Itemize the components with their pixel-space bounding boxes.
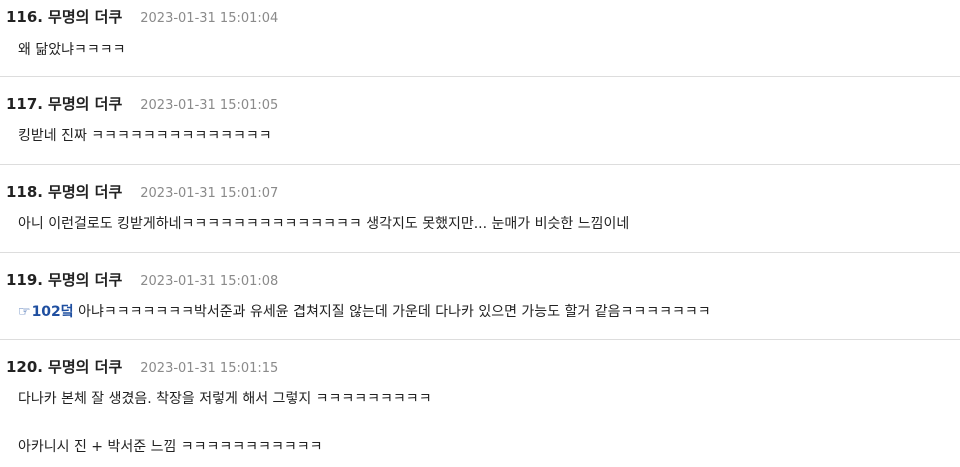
- comment-author: 무명의 더쿠: [48, 358, 123, 376]
- comment-timestamp: 2023-01-31 15:01:05: [140, 98, 279, 113]
- comment-number: 117.: [6, 95, 44, 113]
- comment-text: 다나카 본체 잘 생겼음. 착장을 저렇게 해서 그렇지 ㅋㅋㅋㅋㅋㅋㅋㅋㅋ: [18, 391, 432, 407]
- comment-number: 118.: [6, 183, 44, 201]
- comment-text: 아니 이런걸로도 킹받게하네ㅋㅋㅋㅋㅋㅋㅋㅋㅋㅋㅋㅋㅋㅋ 생각지도 못했지만..…: [18, 216, 630, 232]
- comment-author: 무명의 더쿠: [48, 8, 123, 26]
- comment-timestamp: 2023-01-31 15:01:15: [140, 361, 279, 376]
- comment-item: 118. 무명의 더쿠 2023-01-31 15:01:07 아니 이런걸로도…: [0, 165, 960, 253]
- comment-text-paragraph-2: 아카니시 진 + 박서준 느낌 ㅋㅋㅋㅋㅋㅋㅋㅋㅋㅋㅋ: [18, 439, 323, 455]
- comment-timestamp: 2023-01-31 15:01:04: [140, 11, 279, 26]
- comment-number: 116.: [6, 8, 44, 26]
- comment-item: 120. 무명의 더쿠 2023-01-31 15:01:15 다나카 본체 잘…: [0, 340, 960, 467]
- comment-text: 킹받네 진짜 ㅋㅋㅋㅋㅋㅋㅋㅋㅋㅋㅋㅋㅋㅋ: [18, 128, 272, 144]
- comment-number: 120.: [6, 358, 44, 376]
- comment-text: 아냐ㅋㅋㅋㅋㅋㅋㅋ박서준과 유세윤 겹쳐지질 않는데 가운데 다나카 있으면 가…: [73, 304, 711, 320]
- comment-author: 무명의 더쿠: [48, 271, 123, 289]
- comment-timestamp: 2023-01-31 15:01:08: [140, 274, 279, 289]
- reply-anchor-link[interactable]: 102덬: [32, 304, 74, 320]
- comment-author: 무명의 더쿠: [48, 95, 123, 113]
- comment-header: 116. 무명의 더쿠 2023-01-31 15:01:04: [6, 6, 278, 26]
- comment-text: 왜 닮았냐ㅋㅋㅋㅋ: [18, 42, 126, 58]
- comment-text-wrapper: ☞102덬 아냐ㅋㅋㅋㅋㅋㅋㅋ박서준과 유세윤 겹쳐지질 않는데 가운데 다나카…: [18, 303, 711, 321]
- comment-author: 무명의 더쿠: [48, 183, 123, 201]
- comment-header: 118. 무명의 더쿠 2023-01-31 15:01:07: [6, 181, 278, 201]
- comment-header: 117. 무명의 더쿠 2023-01-31 15:01:05: [6, 93, 278, 113]
- comment-header: 119. 무명의 더쿠 2023-01-31 15:01:08: [6, 269, 278, 289]
- comment-header: 120. 무명의 더쿠 2023-01-31 15:01:15: [6, 356, 278, 376]
- comment-number: 119.: [6, 271, 44, 289]
- comment-timestamp: 2023-01-31 15:01:07: [140, 186, 279, 201]
- comment-item: 119. 무명의 더쿠 2023-01-31 15:01:08 ☞102덬 아냐…: [0, 253, 960, 340]
- comment-item: 117. 무명의 더쿠 2023-01-31 15:01:05 킹받네 진짜 ㅋ…: [0, 77, 960, 165]
- comment-thread: 116. 무명의 더쿠 2023-01-31 15:01:04 왜 닮았냐ㅋㅋㅋ…: [0, 0, 960, 467]
- pointing-hand-icon: ☞: [18, 304, 31, 320]
- comment-item: 116. 무명의 더쿠 2023-01-31 15:01:04 왜 닮았냐ㅋㅋㅋ…: [0, 0, 960, 77]
